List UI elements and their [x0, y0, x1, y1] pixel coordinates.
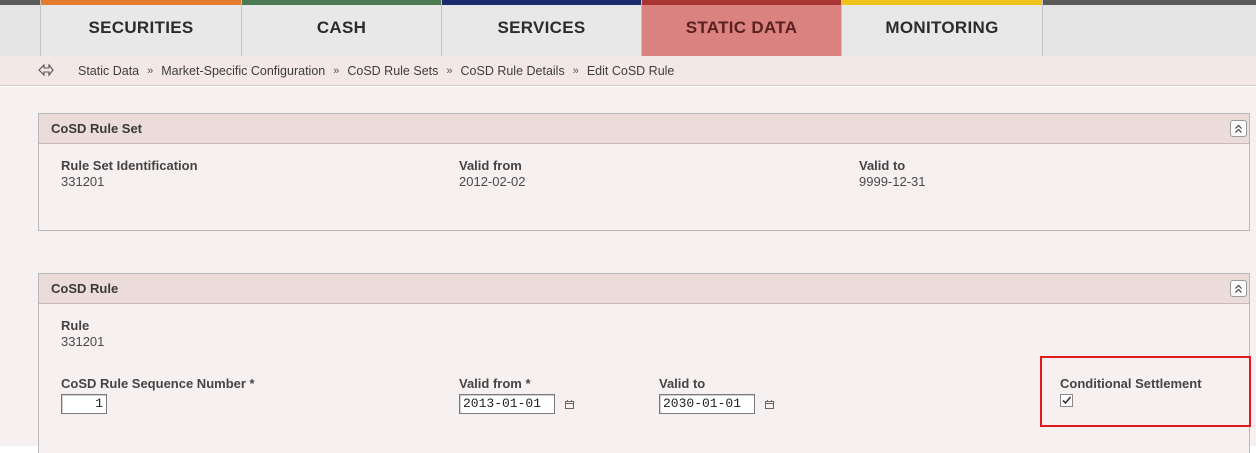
field-value: 9999-12-31: [859, 174, 926, 189]
tab-securities[interactable]: SECURITIES: [41, 0, 242, 56]
rule-field: Rule 331201: [61, 318, 104, 349]
top-navigation: SECURITIES CASH SERVICES STATIC DATA MON…: [0, 0, 1256, 56]
valid-to-input[interactable]: 2030-01-01: [659, 394, 755, 414]
panel-header: CoSD Rule Set: [39, 114, 1249, 144]
tab-label: MONITORING: [885, 18, 999, 37]
breadcrumb-item-cosd-rule-details[interactable]: CoSD Rule Details: [461, 64, 565, 78]
breadcrumb: Static Data » Market-Specific Configurat…: [0, 56, 1256, 86]
back-arrow-icon[interactable]: [38, 63, 54, 77]
panel-header: CoSD Rule: [39, 274, 1249, 304]
sequence-number-field: CoSD Rule Sequence Number * 1: [61, 376, 255, 414]
tab-label: SERVICES: [497, 18, 586, 37]
breadcrumb-separator: »: [572, 64, 579, 77]
tab-color-strip: [242, 0, 441, 5]
valid-from-input[interactable]: 2013-01-01: [459, 394, 555, 414]
breadcrumb-trail: Static Data » Market-Specific Configurat…: [78, 64, 674, 78]
rule-valid-from-field: Valid from * 2013-01-01: [459, 376, 574, 414]
field-label: Valid to: [859, 158, 906, 173]
nav-right-spacer: [1043, 0, 1256, 56]
calendar-icon[interactable]: [564, 397, 574, 412]
field-label: Rule: [61, 318, 90, 333]
double-chevron-up-icon: [1235, 124, 1242, 133]
field-value: 2012-02-02: [459, 174, 526, 189]
field-label: Valid from: [459, 158, 522, 173]
tab-static-data[interactable]: STATIC DATA: [642, 0, 842, 56]
tab-color-strip: [842, 0, 1042, 5]
tab-color-strip: [442, 0, 641, 5]
field-value: 331201: [61, 174, 105, 189]
rule-set-identification-field: Rule Set Identification 331201: [61, 158, 198, 189]
calendar-icon[interactable]: [764, 397, 774, 412]
rule-set-valid-from-field: Valid from 2012-02-02: [459, 158, 526, 189]
field-label: CoSD Rule Sequence Number *: [61, 376, 255, 391]
panel-title: CoSD Rule Set: [51, 121, 143, 136]
panel-title: CoSD Rule: [51, 281, 119, 296]
breadcrumb-item-cosd-rule-sets[interactable]: CoSD Rule Sets: [347, 64, 438, 78]
tab-color-strip: [642, 0, 841, 5]
nav-left-spacer: [0, 0, 41, 56]
rule-set-valid-to-field: Valid to 9999-12-31: [859, 158, 926, 189]
tab-services[interactable]: SERVICES: [442, 0, 642, 56]
breadcrumb-item-static-data[interactable]: Static Data: [78, 64, 139, 78]
tab-color-strip: [41, 0, 241, 5]
tab-label: SECURITIES: [88, 18, 194, 37]
breadcrumb-item-edit-cosd-rule: Edit CoSD Rule: [586, 63, 675, 78]
breadcrumb-separator: »: [147, 64, 154, 77]
rule-valid-to-field: Valid to 2030-01-01: [659, 376, 774, 414]
highlight-annotation: [1040, 356, 1251, 427]
tab-monitoring[interactable]: MONITORING: [842, 0, 1043, 56]
cosd-rule-set-panel: CoSD Rule Set Rule Set Identification 33…: [38, 113, 1250, 231]
breadcrumb-separator: »: [333, 64, 340, 77]
tab-cash[interactable]: CASH: [242, 0, 442, 56]
field-label: Valid to: [659, 376, 706, 391]
breadcrumb-item-market-specific-configuration[interactable]: Market-Specific Configuration: [161, 64, 325, 78]
breadcrumb-separator: »: [446, 64, 453, 77]
collapse-button[interactable]: [1230, 120, 1247, 137]
double-chevron-up-icon: [1235, 284, 1242, 293]
field-label: Valid from *: [459, 376, 531, 391]
field-label: Rule Set Identification: [61, 158, 198, 173]
tab-label: STATIC DATA: [685, 18, 798, 37]
tab-label: CASH: [316, 18, 367, 37]
sequence-number-input[interactable]: 1: [61, 394, 107, 414]
collapse-button[interactable]: [1230, 280, 1247, 297]
field-value: 331201: [61, 334, 105, 349]
